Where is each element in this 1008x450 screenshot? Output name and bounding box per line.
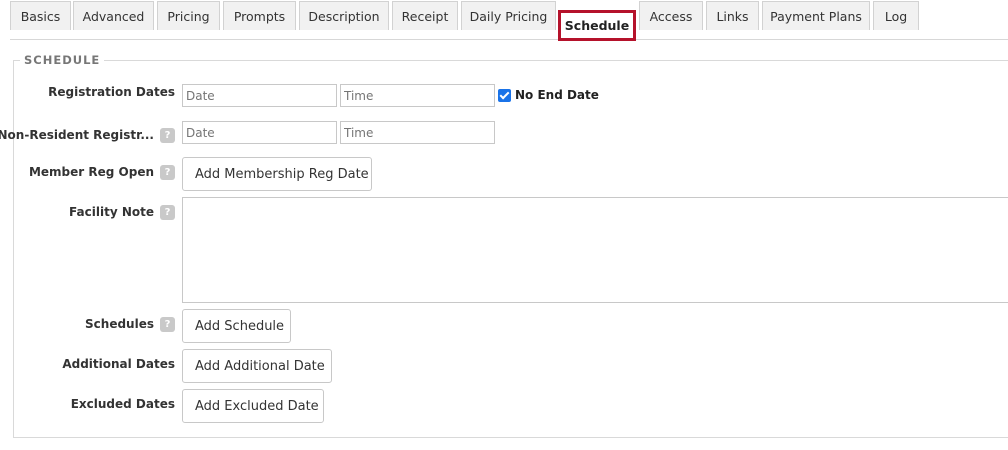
non-resident-label: Non-Resident Registr... ?	[0, 127, 175, 143]
facility-note-textarea[interactable]	[182, 197, 1008, 303]
add-additional-date-button[interactable]: Add Additional Date	[182, 349, 332, 383]
tab-links[interactable]: Links	[706, 1, 759, 30]
tab-schedule[interactable]: Schedule	[558, 10, 636, 41]
registration-time-input[interactable]	[340, 84, 495, 107]
additional-dates-label: Additional Dates	[62, 356, 175, 372]
registration-dates-label-text: Registration Dates	[48, 85, 175, 99]
add-membership-reg-date-button[interactable]: Add Membership Reg Date	[182, 157, 372, 191]
member-reg-open-label-text: Member Reg Open	[28, 165, 154, 179]
excluded-dates-label-text: Excluded Dates	[70, 397, 175, 411]
add-schedule-button[interactable]: Add Schedule	[182, 309, 291, 343]
registration-dates-label: Registration Dates	[48, 84, 175, 100]
additional-dates-label-text: Additional Dates	[62, 357, 175, 371]
tabs-divider	[10, 39, 1008, 40]
excluded-dates-label: Excluded Dates	[71, 396, 175, 412]
non-resident-label-text: Non-Resident Registr...	[0, 128, 154, 142]
schedules-label: Schedules ?	[85, 316, 175, 332]
help-icon[interactable]: ?	[160, 127, 175, 143]
non-resident-date-input[interactable]	[182, 121, 337, 144]
tab-prompts[interactable]: Prompts	[223, 1, 296, 30]
no-end-date-checkbox[interactable]	[498, 88, 511, 102]
help-icon[interactable]: ?	[160, 204, 175, 220]
schedules-label-text: Schedules	[85, 317, 154, 331]
tab-access[interactable]: Access	[639, 1, 703, 30]
tab-log[interactable]: Log	[873, 1, 919, 30]
no-end-date-label: No End Date	[515, 88, 599, 102]
help-icon[interactable]: ?	[160, 316, 175, 332]
registration-date-input[interactable]	[182, 84, 337, 107]
tab-advanced[interactable]: Advanced	[73, 1, 154, 30]
section-title: SCHEDULE	[20, 53, 105, 67]
no-end-date-toggle[interactable]: No End Date	[498, 88, 599, 102]
member-reg-open-label: Member Reg Open ?	[29, 164, 175, 180]
help-icon[interactable]: ?	[160, 164, 175, 180]
tab-pricing[interactable]: Pricing	[157, 1, 220, 30]
tab-daily-pricing[interactable]: Daily Pricing	[461, 1, 556, 30]
tab-payment-plans[interactable]: Payment Plans	[762, 1, 870, 30]
non-resident-time-input[interactable]	[340, 121, 495, 144]
tab-description[interactable]: Description	[299, 1, 389, 30]
add-excluded-date-button[interactable]: Add Excluded Date	[182, 389, 324, 423]
tab-receipt[interactable]: Receipt	[392, 1, 458, 30]
facility-note-label-text: Facility Note	[69, 205, 154, 219]
tab-basics[interactable]: Basics	[10, 1, 71, 30]
facility-note-label: Facility Note ?	[69, 204, 175, 220]
